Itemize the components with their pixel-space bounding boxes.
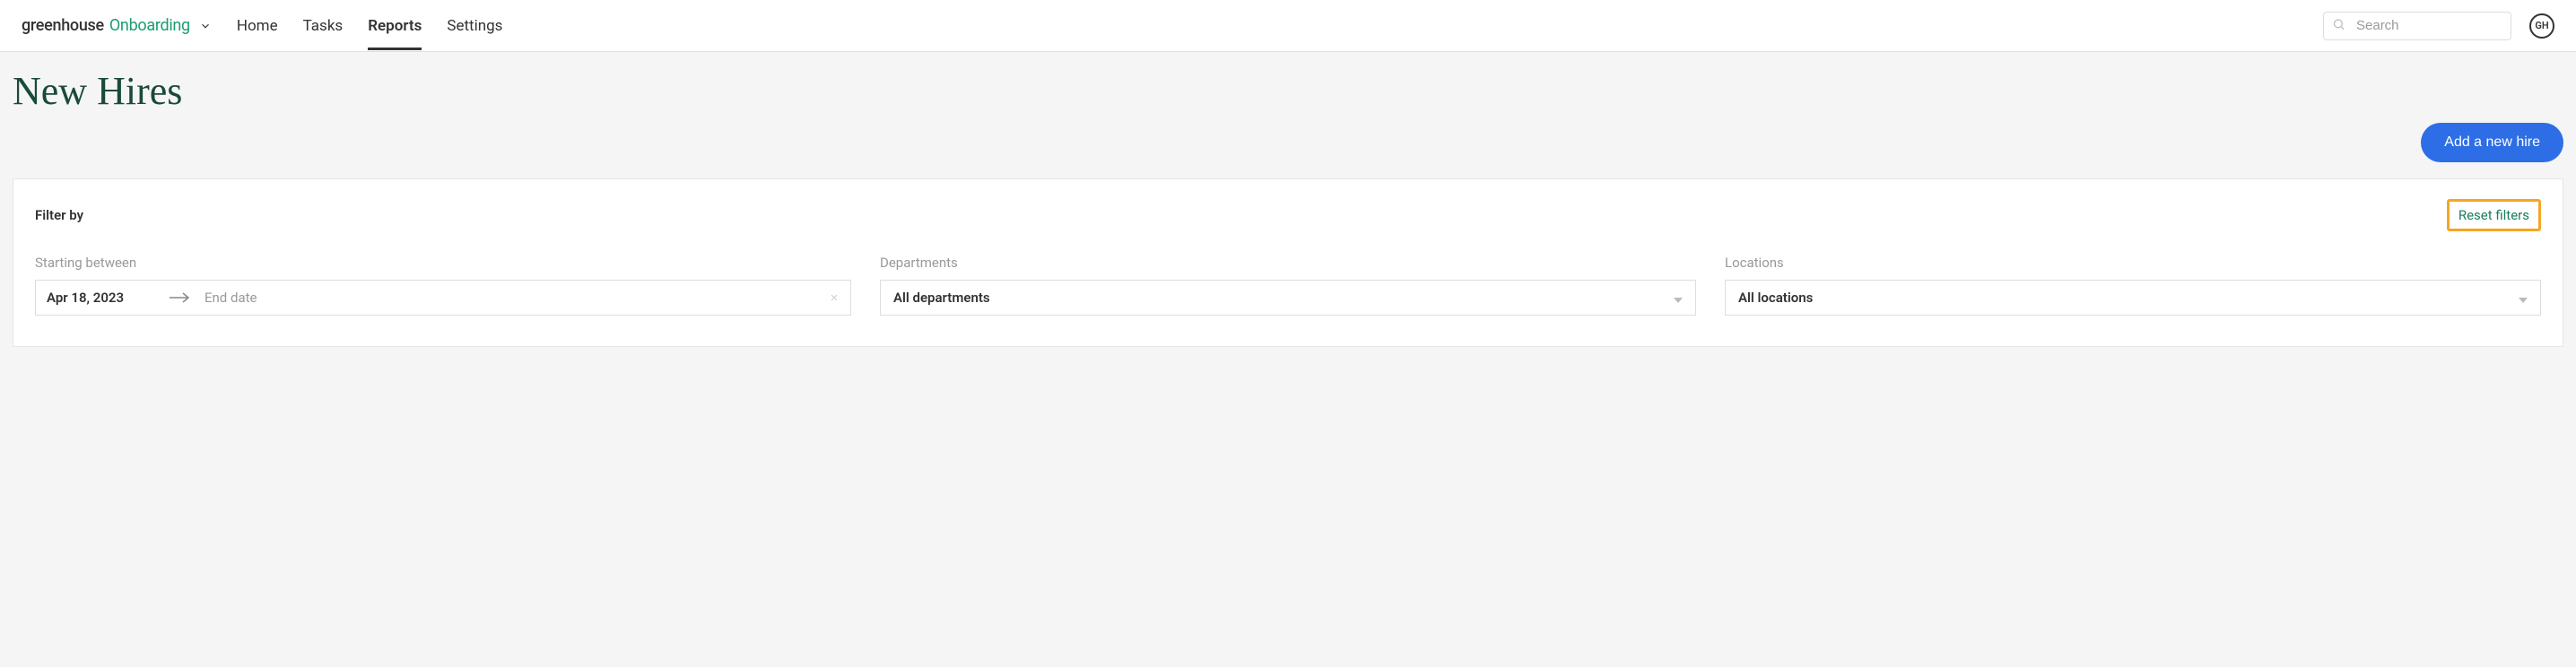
- start-date-value: Apr 18, 2023: [47, 290, 154, 306]
- clear-date-icon[interactable]: [829, 290, 840, 307]
- arrow-right-icon: [169, 292, 190, 303]
- filter-row: Starting between Apr 18, 2023 End date D…: [35, 255, 2541, 316]
- end-date-placeholder: End date: [205, 290, 829, 306]
- chevron-down-icon: [199, 20, 212, 32]
- departments-select[interactable]: All departments: [880, 280, 1696, 316]
- actions-row: Add a new hire: [0, 123, 2576, 178]
- logo-dropdown[interactable]: greenhouse Onboarding: [22, 16, 212, 35]
- departments-label: Departments: [880, 255, 1696, 271]
- page-header: New Hires: [0, 52, 2576, 123]
- top-navigation: greenhouse Onboarding Home Tasks Reports…: [0, 0, 2576, 52]
- locations-select[interactable]: All locations: [1725, 280, 2541, 316]
- search-input[interactable]: [2323, 12, 2511, 40]
- departments-value: All departments: [893, 290, 990, 306]
- date-range-input[interactable]: Apr 18, 2023 End date: [35, 280, 851, 316]
- avatar[interactable]: GH: [2529, 13, 2554, 39]
- starting-between-label: Starting between: [35, 255, 851, 271]
- triangle-down-icon: [1674, 290, 1683, 307]
- locations-value: All locations: [1738, 290, 1813, 306]
- add-new-hire-button[interactable]: Add a new hire: [2421, 123, 2563, 162]
- logo-greenhouse: greenhouse: [22, 16, 104, 35]
- main-nav: Home Tasks Reports Settings: [237, 2, 2323, 50]
- locations-label: Locations: [1725, 255, 2541, 271]
- filter-panel: Filter by Reset filters Starting between…: [13, 178, 2563, 347]
- nav-home[interactable]: Home: [237, 2, 278, 50]
- search-container: [2323, 12, 2511, 40]
- filter-header: Filter by Reset filters: [35, 199, 2541, 231]
- filter-by-label: Filter by: [35, 207, 83, 223]
- logo-onboarding: Onboarding: [109, 16, 190, 35]
- page-title: New Hires: [13, 68, 2563, 114]
- triangle-down-icon: [2519, 290, 2528, 307]
- filter-starting-between: Starting between Apr 18, 2023 End date: [35, 255, 851, 316]
- reset-filters-button[interactable]: Reset filters: [2447, 199, 2541, 231]
- filter-locations: Locations All locations: [1725, 255, 2541, 316]
- nav-reports[interactable]: Reports: [368, 2, 422, 50]
- nav-settings[interactable]: Settings: [447, 2, 502, 50]
- nav-tasks[interactable]: Tasks: [303, 2, 344, 50]
- filter-departments: Departments All departments: [880, 255, 1696, 316]
- search-icon: [2332, 17, 2345, 34]
